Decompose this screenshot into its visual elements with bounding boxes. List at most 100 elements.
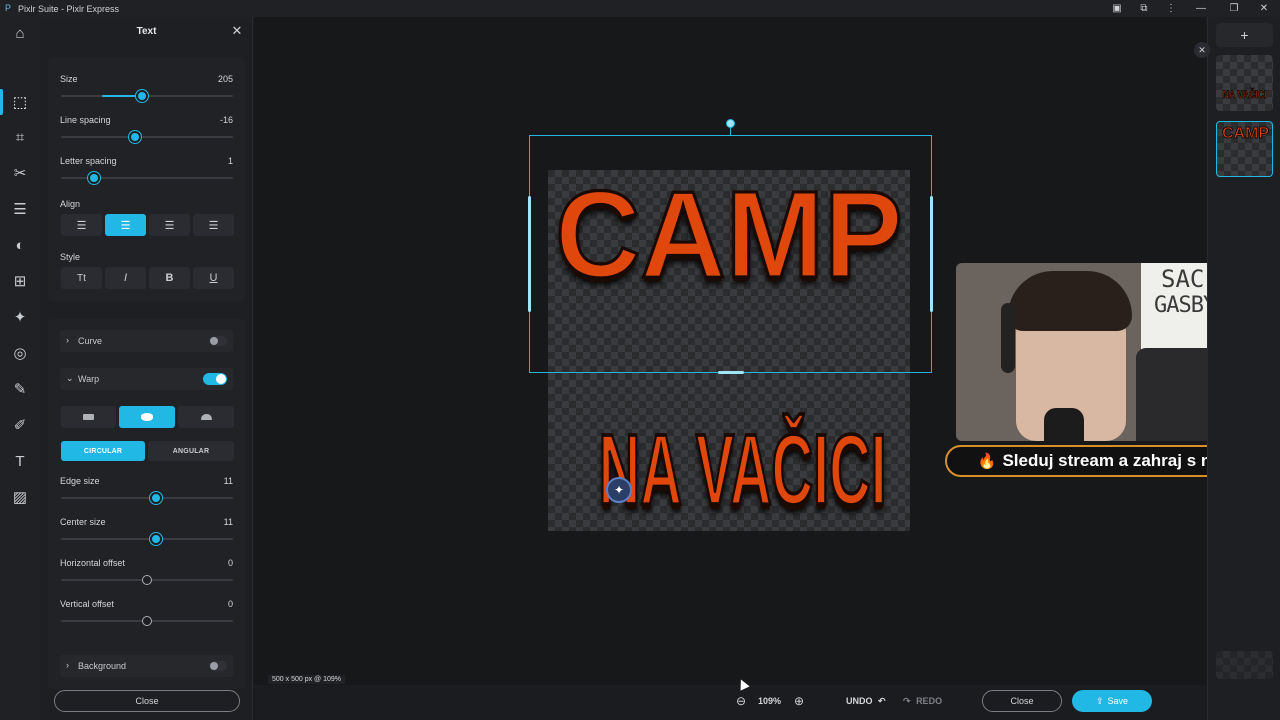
vertical-offset-value: 0 — [227, 599, 233, 609]
window-close-button[interactable]: ✕ — [1249, 0, 1279, 17]
style-underline-button[interactable]: U — [193, 267, 234, 289]
streamer-hair — [1008, 271, 1132, 331]
align-right-icon: ☰ — [164, 219, 175, 232]
background-toggle[interactable] — [209, 661, 227, 671]
close-button[interactable]: Close — [982, 690, 1062, 712]
crop-tool-button[interactable]: ⌗ — [4, 123, 36, 151]
resize-handle-bottom[interactable] — [718, 371, 744, 374]
curve-label: Curve — [78, 336, 103, 346]
center-size-slider[interactable] — [61, 533, 233, 545]
texture-tool-button[interactable]: ▨ — [4, 483, 36, 511]
minimize-button[interactable]: — — [1186, 0, 1216, 17]
redo-label: REDO — [916, 696, 943, 706]
ai-tool-button[interactable]: ✦ — [4, 303, 36, 331]
add-layer-button[interactable]: + — [1216, 23, 1273, 47]
warp-shape-flag-button[interactable] — [61, 406, 116, 428]
effect-tool-icon: ⊞ — [13, 273, 27, 290]
style-bold-button[interactable]: B — [149, 267, 190, 289]
pixlr-logo-icon: P — [5, 3, 12, 13]
curve-row[interactable]: › Curve — [60, 330, 233, 352]
line-spacing-slider[interactable] — [61, 131, 233, 143]
vertical-offset-label: Vertical offset — [60, 599, 114, 609]
edge-size-slider-knob[interactable] — [149, 492, 162, 504]
layer-thumb-camp[interactable]: CAMP — [1216, 121, 1273, 177]
ai-tool-icon: ✦ — [13, 309, 27, 326]
warp-mode-circular-tab[interactable]: CIRCULAR — [61, 441, 145, 461]
warp-shape-bulge-button[interactable] — [119, 406, 175, 428]
horizontal-offset-value: 0 — [227, 558, 233, 568]
vertical-offset-slider[interactable] — [61, 616, 233, 626]
size-slider-knob[interactable] — [135, 90, 148, 102]
filter-tool-button[interactable]: ◐ — [4, 231, 36, 259]
align-left-button[interactable]: ☰ — [61, 214, 102, 236]
edge-size-value: 11 — [223, 476, 233, 486]
extensions-icon[interactable]: ⧉ — [1129, 0, 1159, 17]
liquify-tool-button[interactable]: ◎ — [4, 339, 36, 367]
letter-spacing-value: 1 — [227, 156, 233, 166]
arrange-tool-button[interactable]: ⬚ — [4, 88, 36, 116]
chevron-down-icon: ⌄ — [66, 373, 74, 383]
panel-title: Text — [136, 26, 157, 37]
save-button[interactable]: ⇪ Save — [1072, 690, 1152, 712]
text-layer-na-vacici[interactable]: NA VAČICI — [598, 395, 888, 545]
layer-thumb-background[interactable] — [1216, 651, 1273, 679]
horizontal-offset-slider-knob[interactable] — [142, 575, 152, 585]
curve-toggle[interactable] — [209, 336, 227, 346]
zoom-out-icon[interactable]: ⊖ — [736, 694, 746, 708]
align-right-button[interactable]: ☰ — [149, 214, 190, 236]
sparkle-icon: ✦ — [613, 483, 625, 497]
redo-button[interactable]: ↷ REDO — [903, 696, 942, 707]
bottom-toolbar: 500 x 500 px @ 109% ⊖ 109% ⊕ UNDO ↶ ↷ RE… — [254, 675, 1206, 720]
center-size-value: 11 — [223, 517, 233, 527]
draw-tool-button[interactable]: ✐ — [4, 411, 36, 439]
layer-thumb-label: CAMP — [1221, 125, 1270, 143]
ai-assist-button[interactable]: ✦ — [606, 477, 632, 503]
letter-spacing-slider[interactable] — [61, 172, 233, 184]
warp-row[interactable]: ⌄ Warp — [60, 368, 233, 390]
browser-menu-icon[interactable]: ⋮ — [1156, 0, 1186, 17]
rotate-handle[interactable] — [726, 119, 735, 128]
center-size-slider-knob[interactable] — [149, 533, 162, 545]
panel-close-button[interactable]: Close — [54, 690, 240, 712]
effect-tool-button[interactable]: ⊞ — [4, 267, 36, 295]
cutout-tool-button[interactable]: ✂ — [4, 159, 36, 187]
vertical-offset-slider-knob[interactable] — [142, 616, 152, 626]
layer-thumb-label: NA VAČICI — [1222, 89, 1267, 102]
background-row[interactable]: › Background — [60, 655, 233, 677]
edge-size-slider[interactable] — [61, 492, 233, 504]
selection-box[interactable] — [529, 135, 932, 373]
zoom-in-icon[interactable]: ⊕ — [794, 694, 804, 708]
headphones — [1001, 303, 1015, 373]
letter-spacing-slider-knob[interactable] — [87, 172, 100, 184]
horizontal-offset-slider[interactable] — [61, 575, 233, 585]
style-italic-button[interactable]: I — [105, 267, 146, 289]
rotate-handle-stem — [730, 127, 731, 136]
size-slider[interactable] — [61, 90, 233, 102]
line-spacing-slider-knob[interactable] — [128, 131, 141, 143]
retouch-tool-button[interactable]: ✎ — [4, 375, 36, 403]
adjust-tool-button[interactable]: ☰ — [4, 195, 36, 223]
warp-mode-angular-tab[interactable]: ANGULAR — [148, 441, 234, 461]
warp-toggle[interactable] — [203, 373, 227, 385]
maximize-button[interactable]: ❐ — [1219, 0, 1249, 17]
arrange-tool-icon: ⬚ — [12, 94, 28, 111]
panel-close-icon[interactable]: ✕ — [230, 24, 244, 38]
align-justify-button[interactable]: ☰ — [193, 214, 234, 236]
layers-close-button[interactable]: ✕ — [1194, 42, 1210, 58]
home-button[interactable]: ⌂ — [4, 19, 36, 47]
text-tool-button[interactable]: T — [4, 447, 36, 475]
layer-thumb-na-vacici[interactable]: NA VAČICI — [1216, 55, 1273, 111]
line-spacing-value: -16 — [219, 115, 233, 125]
translate-icon[interactable]: ▣ — [1102, 0, 1132, 17]
window-title: Pixlr Suite - Pixlr Express — [18, 3, 120, 14]
warp-shape-arch-button[interactable] — [178, 406, 234, 428]
align-center-button[interactable]: ☰ — [105, 214, 146, 236]
style-text-case-button[interactable]: Tt — [61, 267, 102, 289]
document-info: 500 x 500 px @ 109% — [268, 675, 345, 684]
resize-handle-left[interactable] — [528, 196, 531, 312]
resize-handle-right[interactable] — [930, 196, 933, 312]
align-left-icon: ☰ — [76, 219, 87, 232]
undo-button[interactable]: UNDO ↶ — [846, 696, 886, 707]
align-label: Align — [60, 199, 81, 209]
microphone — [1044, 408, 1084, 441]
